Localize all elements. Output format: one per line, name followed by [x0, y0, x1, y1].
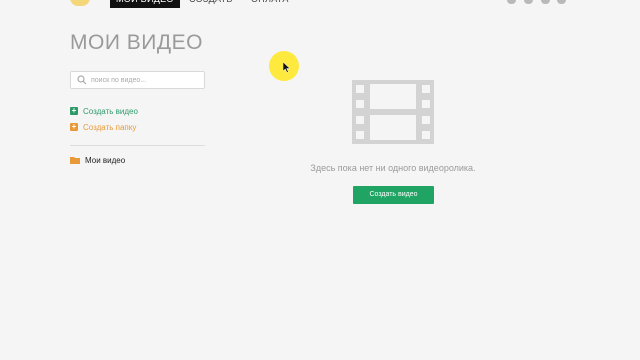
search-icon	[77, 75, 87, 85]
create-video-link[interactable]: + Создать видео	[70, 105, 138, 117]
plus-icon: +	[70, 106, 78, 115]
create-folder-label: Создать папку	[83, 122, 137, 132]
folder-icon	[70, 157, 80, 164]
search-box[interactable]	[70, 71, 205, 89]
film-strip-icon	[352, 80, 434, 144]
bell-icon[interactable]	[524, 0, 533, 4]
create-video-button[interactable]: Создать видео	[353, 186, 434, 204]
logo[interactable]	[70, 0, 90, 6]
page-title: МОИ ВИДЕО	[70, 31, 203, 54]
folder-label: Мои видео	[85, 155, 126, 165]
tab-my-videos[interactable]: МОИ ВИДЕО	[110, 0, 180, 8]
create-video-label: Создать видео	[83, 106, 138, 116]
gear-icon[interactable]	[541, 0, 550, 4]
tab-payment[interactable]: ОПЛАТА	[251, 0, 289, 8]
create-folder-link[interactable]: + Создать папку	[70, 121, 136, 133]
top-navigation: МОИ ВИДЕО СОЗДАТЬ ОПЛАТА	[0, 0, 640, 8]
plus-icon: +	[70, 122, 78, 131]
cursor-icon	[283, 62, 291, 73]
logout-icon[interactable]	[557, 0, 566, 4]
folder-item-my-videos[interactable]: Мои видео	[70, 154, 125, 166]
search-input[interactable]	[91, 72, 201, 88]
empty-state-message: Здесь пока нет ни одного видеоролика.	[310, 163, 476, 173]
settings-icon[interactable]	[507, 0, 516, 4]
sidebar-divider	[70, 145, 205, 146]
tab-create[interactable]: СОЗДАТЬ	[189, 0, 233, 8]
